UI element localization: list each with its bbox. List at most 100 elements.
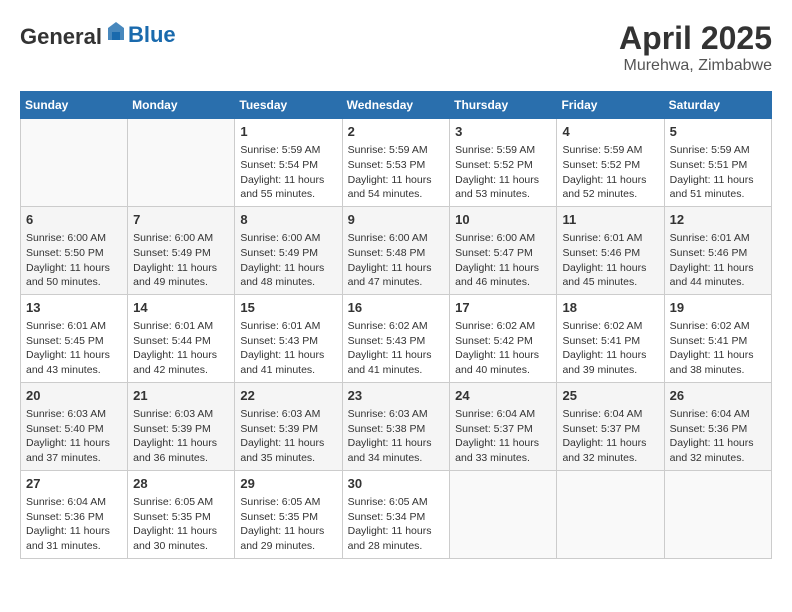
weekday-header: Wednesday: [342, 92, 450, 119]
day-number: 15: [240, 299, 336, 317]
day-info: Sunrise: 6:04 AM Sunset: 5:36 PM Dayligh…: [670, 407, 766, 466]
day-info: Sunrise: 6:00 AM Sunset: 5:50 PM Dayligh…: [26, 231, 122, 290]
day-cell: 19 Sunrise: 6:02 AM Sunset: 5:41 PM Dayli…: [664, 294, 771, 382]
weekday-header: Saturday: [664, 92, 771, 119]
day-info: Sunrise: 6:01 AM Sunset: 5:46 PM Dayligh…: [562, 231, 658, 290]
day-number: 18: [562, 299, 658, 317]
weekday-header: Sunday: [21, 92, 128, 119]
day-cell: 22 Sunrise: 6:03 AM Sunset: 5:39 PM Dayli…: [235, 382, 342, 470]
day-number: 10: [455, 211, 551, 229]
day-info: Sunrise: 6:04 AM Sunset: 5:37 PM Dayligh…: [562, 407, 658, 466]
day-cell: 13Sunrise: 6:01 AM Sunset: 5:45 PM Dayli…: [21, 294, 128, 382]
day-cell: [664, 470, 771, 558]
weekday-header-row: SundayMondayTuesdayWednesdayThursdayFrid…: [21, 92, 772, 119]
logo: General Blue: [20, 20, 176, 50]
day-number: 21: [133, 387, 229, 405]
day-number: 4: [562, 123, 658, 141]
day-info: Sunrise: 5:59 AM Sunset: 5:52 PM Dayligh…: [455, 143, 551, 202]
day-info: Sunrise: 5:59 AM Sunset: 5:51 PM Dayligh…: [670, 143, 766, 202]
day-info: Sunrise: 6:01 AM Sunset: 5:46 PM Dayligh…: [670, 231, 766, 290]
day-info: Sunrise: 6:00 AM Sunset: 5:49 PM Dayligh…: [133, 231, 229, 290]
day-cell: 27 Sunrise: 6:04 AM Sunset: 5:36 PM Dayli…: [21, 470, 128, 558]
day-number: 6: [26, 211, 122, 229]
day-cell: 9Sunrise: 6:00 AM Sunset: 5:48 PM Daylig…: [342, 206, 450, 294]
day-cell: 1 Sunrise: 5:59 AM Sunset: 5:54 PM Daylig…: [235, 119, 342, 207]
location-title: Murehwa, Zimbabwe: [619, 57, 772, 75]
day-number: 13: [26, 299, 122, 317]
day-number: 28: [133, 475, 229, 493]
month-title: April 2025: [619, 20, 772, 57]
day-info: Sunrise: 6:01 AM Sunset: 5:43 PM Dayligh…: [240, 319, 336, 378]
day-cell: 26 Sunrise: 6:04 AM Sunset: 5:36 PM Dayli…: [664, 382, 771, 470]
day-number: 24: [455, 387, 551, 405]
day-cell: 20 Sunrise: 6:03 AM Sunset: 5:40 PM Dayli…: [21, 382, 128, 470]
page-header: General Blue April 2025 Murehwa, Zimbabw…: [20, 20, 772, 75]
day-info: Sunrise: 6:00 AM Sunset: 5:49 PM Dayligh…: [240, 231, 336, 290]
week-row: 1 Sunrise: 5:59 AM Sunset: 5:54 PM Daylig…: [21, 119, 772, 207]
title-block: April 2025 Murehwa, Zimbabwe: [619, 20, 772, 75]
weekday-header: Tuesday: [235, 92, 342, 119]
day-info: Sunrise: 6:05 AM Sunset: 5:34 PM Dayligh…: [348, 495, 445, 554]
day-info: Sunrise: 6:03 AM Sunset: 5:40 PM Dayligh…: [26, 407, 122, 466]
day-number: 22: [240, 387, 336, 405]
weekday-header: Friday: [557, 92, 664, 119]
week-row: 13Sunrise: 6:01 AM Sunset: 5:45 PM Dayli…: [21, 294, 772, 382]
day-info: Sunrise: 6:05 AM Sunset: 5:35 PM Dayligh…: [133, 495, 229, 554]
day-number: 12: [670, 211, 766, 229]
day-number: 14: [133, 299, 229, 317]
day-cell: 14 Sunrise: 6:01 AM Sunset: 5:44 PM Dayli…: [128, 294, 235, 382]
day-number: 1: [240, 123, 336, 141]
weekday-header: Thursday: [450, 92, 557, 119]
calendar-table: SundayMondayTuesdayWednesdayThursdayFrid…: [20, 91, 772, 559]
day-number: 17: [455, 299, 551, 317]
day-cell: 23 Sunrise: 6:03 AM Sunset: 5:38 PM Dayli…: [342, 382, 450, 470]
day-info: Sunrise: 6:03 AM Sunset: 5:39 PM Dayligh…: [240, 407, 336, 466]
day-info: Sunrise: 6:03 AM Sunset: 5:39 PM Dayligh…: [133, 407, 229, 466]
day-number: 8: [240, 211, 336, 229]
day-cell: 28 Sunrise: 6:05 AM Sunset: 5:35 PM Dayli…: [128, 470, 235, 558]
day-cell: [450, 470, 557, 558]
day-info: Sunrise: 6:05 AM Sunset: 5:35 PM Dayligh…: [240, 495, 336, 554]
day-cell: 2 Sunrise: 5:59 AM Sunset: 5:53 PM Daylig…: [342, 119, 450, 207]
logo-general: General: [20, 20, 128, 50]
day-info: Sunrise: 6:01 AM Sunset: 5:44 PM Dayligh…: [133, 319, 229, 378]
day-number: 11: [562, 211, 658, 229]
day-number: 7: [133, 211, 229, 229]
day-cell: 24Sunrise: 6:04 AM Sunset: 5:37 PM Dayli…: [450, 382, 557, 470]
day-cell: [557, 470, 664, 558]
week-row: 27 Sunrise: 6:04 AM Sunset: 5:36 PM Dayli…: [21, 470, 772, 558]
day-info: Sunrise: 6:00 AM Sunset: 5:48 PM Dayligh…: [348, 231, 445, 290]
day-info: Sunrise: 5:59 AM Sunset: 5:52 PM Dayligh…: [562, 143, 658, 202]
day-info: Sunrise: 6:00 AM Sunset: 5:47 PM Dayligh…: [455, 231, 551, 290]
day-number: 23: [348, 387, 445, 405]
day-info: Sunrise: 6:02 AM Sunset: 5:43 PM Dayligh…: [348, 319, 445, 378]
day-cell: 16 Sunrise: 6:02 AM Sunset: 5:43 PM Dayli…: [342, 294, 450, 382]
day-cell: 7 Sunrise: 6:00 AM Sunset: 5:49 PM Daylig…: [128, 206, 235, 294]
day-number: 25: [562, 387, 658, 405]
day-info: Sunrise: 5:59 AM Sunset: 5:54 PM Dayligh…: [240, 143, 336, 202]
week-row: 6 Sunrise: 6:00 AM Sunset: 5:50 PM Daylig…: [21, 206, 772, 294]
day-cell: 4 Sunrise: 5:59 AM Sunset: 5:52 PM Daylig…: [557, 119, 664, 207]
day-cell: 5Sunrise: 5:59 AM Sunset: 5:51 PM Daylig…: [664, 119, 771, 207]
day-info: Sunrise: 5:59 AM Sunset: 5:53 PM Dayligh…: [348, 143, 445, 202]
day-cell: [128, 119, 235, 207]
day-number: 29: [240, 475, 336, 493]
day-number: 19: [670, 299, 766, 317]
day-cell: 25 Sunrise: 6:04 AM Sunset: 5:37 PM Dayli…: [557, 382, 664, 470]
day-number: 2: [348, 123, 445, 141]
day-info: Sunrise: 6:02 AM Sunset: 5:41 PM Dayligh…: [562, 319, 658, 378]
day-number: 26: [670, 387, 766, 405]
day-cell: 3Sunrise: 5:59 AM Sunset: 5:52 PM Daylig…: [450, 119, 557, 207]
day-cell: 29 Sunrise: 6:05 AM Sunset: 5:35 PM Dayli…: [235, 470, 342, 558]
day-number: 27: [26, 475, 122, 493]
day-info: Sunrise: 6:02 AM Sunset: 5:42 PM Dayligh…: [455, 319, 551, 378]
day-cell: 10 Sunrise: 6:00 AM Sunset: 5:47 PM Dayli…: [450, 206, 557, 294]
day-info: Sunrise: 6:02 AM Sunset: 5:41 PM Dayligh…: [670, 319, 766, 378]
day-cell: 12 Sunrise: 6:01 AM Sunset: 5:46 PM Dayli…: [664, 206, 771, 294]
day-cell: 8 Sunrise: 6:00 AM Sunset: 5:49 PM Daylig…: [235, 206, 342, 294]
day-cell: 11 Sunrise: 6:01 AM Sunset: 5:46 PM Dayli…: [557, 206, 664, 294]
day-info: Sunrise: 6:04 AM Sunset: 5:36 PM Dayligh…: [26, 495, 122, 554]
day-info: Sunrise: 6:03 AM Sunset: 5:38 PM Dayligh…: [348, 407, 445, 466]
day-number: 16: [348, 299, 445, 317]
day-number: 20: [26, 387, 122, 405]
